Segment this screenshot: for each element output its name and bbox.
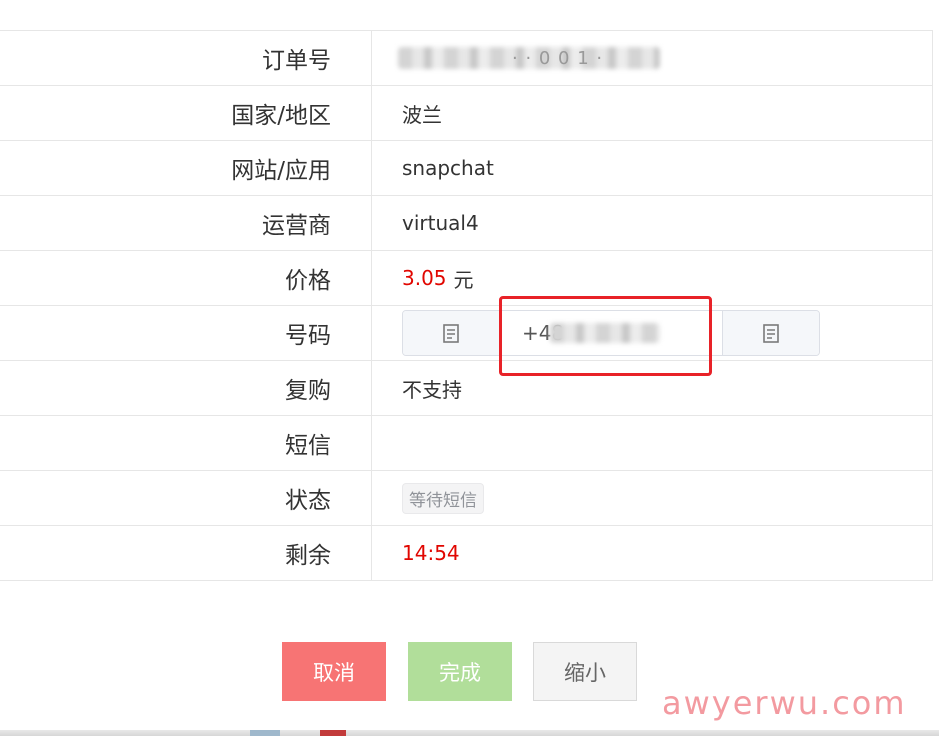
row-remaining: 剩余 14:54 (0, 526, 932, 581)
label-site: 网站/应用 (0, 141, 372, 195)
label-status: 状态 (0, 471, 372, 525)
bottom-taskbar-strip (0, 730, 939, 736)
label-repurchase: 复购 (0, 361, 372, 415)
highlight-box (499, 296, 712, 376)
copy-prefix-button[interactable] (403, 311, 500, 355)
label-remaining: 剩余 (0, 526, 372, 580)
cancel-button[interactable]: 取消 (282, 642, 386, 701)
label-order-no: 订单号 (0, 31, 372, 85)
copy-number-button[interactable] (722, 311, 819, 355)
done-button[interactable]: 完成 (408, 642, 512, 701)
value-country: 波兰 (402, 102, 442, 127)
row-site: 网站/应用 snapchat (0, 141, 932, 196)
row-sms: 短信 (0, 416, 932, 471)
label-carrier: 运营商 (0, 196, 372, 250)
value-carrier: virtual4 (402, 211, 479, 235)
watermark-text: awyerwu.com (662, 684, 907, 722)
row-order-no: 订单号 · · 0 0 1 · (0, 31, 932, 86)
label-sms: 短信 (0, 416, 372, 470)
row-price: 价格 3.05 元 (0, 251, 932, 306)
price-unit: 元 (453, 267, 474, 292)
label-country: 国家/地区 (0, 86, 372, 140)
copy-icon (763, 324, 779, 343)
label-number: 号码 (0, 306, 372, 360)
row-country: 国家/地区 波兰 (0, 86, 932, 141)
value-sms (372, 416, 932, 470)
status-badge: 等待短信 (402, 482, 484, 514)
taskbar-item (320, 730, 346, 736)
row-repurchase: 复购 不支持 (0, 361, 932, 416)
order-no-visible-tail: · · 0 0 1 · (512, 47, 604, 69)
price-amount: 3.05 (402, 266, 447, 290)
taskbar-item (250, 730, 280, 736)
order-detail-table: 订单号 · · 0 0 1 · 国家/地区 波兰 网站/应用 snapchat … (0, 30, 933, 581)
value-status: 等待短信 (372, 471, 932, 525)
minimize-button[interactable]: 缩小 (533, 642, 637, 701)
row-number: 号码 +48 (0, 306, 932, 361)
value-site: snapchat (402, 156, 494, 180)
value-order-no: · · 0 0 1 · (372, 31, 932, 85)
value-remaining-countdown: 14:54 (402, 541, 460, 565)
copy-icon (443, 324, 459, 343)
label-price: 价格 (0, 251, 372, 305)
row-status: 状态 等待短信 (0, 471, 932, 526)
row-carrier: 运营商 virtual4 (0, 196, 932, 251)
